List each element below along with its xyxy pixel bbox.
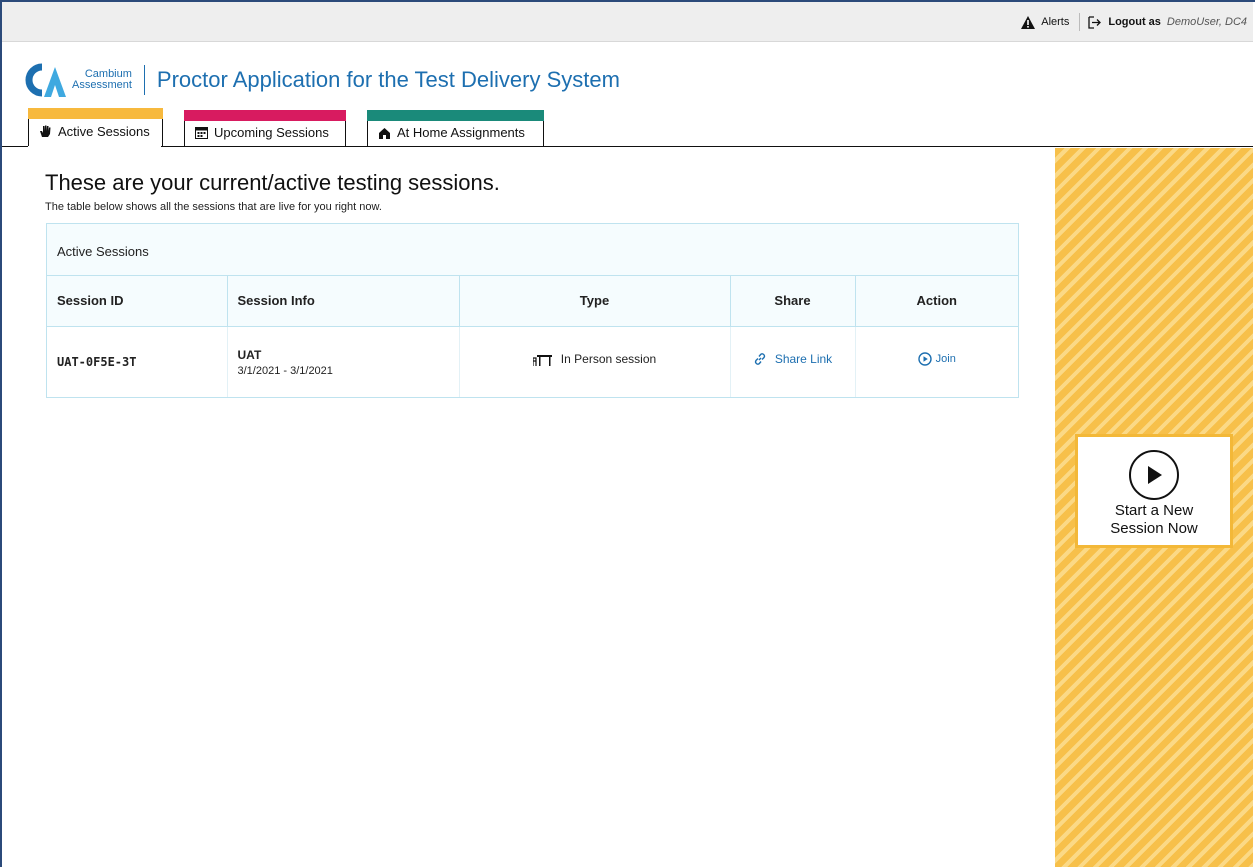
tab-active-sessions[interactable]: Active Sessions	[28, 108, 163, 146]
logo-line-2: Assessment	[72, 79, 132, 91]
alerts-label: Alerts	[1041, 16, 1070, 28]
play-triangle-icon	[1148, 466, 1162, 484]
app-title: Proctor Application for the Test Deliver…	[156, 67, 620, 92]
tab-stripe	[367, 110, 544, 121]
link-icon	[754, 352, 765, 365]
tab-bar: Active Sessions Upcoming Sessions At Hom…	[28, 108, 544, 146]
column-header-action: Action	[855, 276, 1018, 327]
join-button[interactable]: Join	[917, 352, 956, 366]
page-heading: These are your current/active testing se…	[45, 170, 500, 195]
active-tab-gap	[28, 146, 161, 147]
side-panel: Start a New Session Now	[1055, 148, 1253, 867]
alerts-button[interactable]: Alerts	[1021, 15, 1079, 29]
logout-button[interactable]: Logout as DemoUser, DC4	[1088, 15, 1247, 29]
desk-icon	[532, 354, 552, 366]
hand-icon	[40, 125, 51, 137]
start-new-session-label: Start a New Session Now	[1110, 502, 1198, 537]
page-subheading: The table below shows all the sessions t…	[45, 201, 382, 213]
session-info-cell: UAT 3/1/2021 - 3/1/2021	[227, 326, 460, 397]
logout-icon	[1088, 15, 1102, 29]
warning-icon	[1021, 15, 1036, 29]
table-row: UAT-0F5E-3T UAT 3/1/2021 - 3/1/2021 In P…	[47, 326, 1018, 397]
session-type-label: In Person session	[560, 351, 657, 366]
share-link-label: Share Link	[774, 351, 833, 366]
play-circle-icon	[917, 352, 932, 366]
logout-label: Logout as	[1108, 16, 1161, 28]
tab-upcoming-sessions[interactable]: Upcoming Sessions	[184, 110, 346, 146]
tab-stripe	[28, 108, 163, 119]
session-name: UAT	[237, 348, 262, 363]
topbar-divider	[1079, 13, 1081, 31]
tab-label: Active Sessions	[58, 124, 150, 139]
share-link-button[interactable]: Share Link	[753, 352, 832, 366]
logo-divider	[143, 65, 145, 95]
column-header-type: Type	[459, 276, 731, 327]
logo-text: Cambium Assessment	[72, 69, 132, 91]
start-new-session-button[interactable]: Start a New Session Now	[1075, 434, 1233, 548]
tab-label: At Home Assignments	[397, 125, 525, 140]
tab-stripe	[184, 110, 346, 121]
session-id-cell: UAT-0F5E-3T	[47, 326, 228, 397]
cambium-logo-mark	[25, 63, 66, 97]
column-header-session-info: Session Info	[227, 276, 460, 327]
user-name: DemoUser, DC4	[1166, 16, 1247, 28]
tab-baseline	[2, 146, 1253, 147]
top-bar: Alerts Logout as DemoUser, DC4	[2, 2, 1253, 42]
column-header-share: Share	[730, 276, 856, 327]
share-cell: Share Link	[730, 326, 856, 397]
main-content: These are your current/active testing se…	[2, 148, 1055, 867]
home-icon	[379, 127, 390, 139]
table-header-row: Session ID Session Info Type Share Actio…	[47, 276, 1018, 327]
sessions-table: Session ID Session Info Type Share Actio…	[47, 276, 1018, 397]
app-header: Cambium Assessment Proctor Application f…	[2, 43, 1253, 147]
active-sessions-table: Active Sessions Session ID Session Info …	[46, 223, 1019, 398]
session-dates: 3/1/2021 - 3/1/2021	[237, 365, 333, 378]
cambium-logo: Cambium Assessment Proctor Application f…	[22, 63, 620, 97]
play-icon	[1129, 450, 1179, 500]
action-cell: Join	[855, 326, 1018, 397]
table-caption: Active Sessions	[47, 224, 1018, 276]
column-header-session-id: Session ID	[47, 276, 228, 327]
session-type-cell: In Person session	[459, 326, 731, 397]
calendar-icon	[195, 127, 208, 139]
tab-at-home-assignments[interactable]: At Home Assignments	[367, 110, 544, 146]
join-label: Join	[935, 352, 956, 365]
tab-label: Upcoming Sessions	[214, 125, 329, 140]
